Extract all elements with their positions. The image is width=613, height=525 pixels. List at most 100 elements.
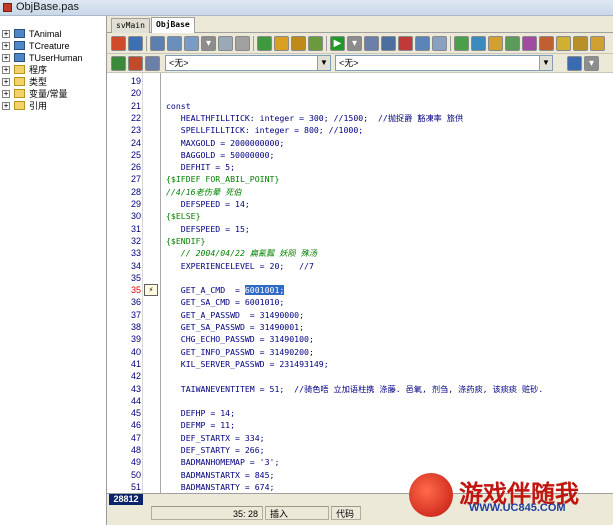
line-number: 50 [130,469,141,480]
code-explorer-tree[interactable]: + TAnimal + TCreature + TUserHuman + 程序 … [0,16,107,525]
view-unit-icon[interactable] [471,36,486,51]
expand-icon[interactable]: + [2,90,10,98]
expand-icon[interactable]: + [2,42,10,50]
add-file-icon[interactable] [291,36,306,51]
code-line[interactable]: 35 ⚡ GET_A_CMD = 6001001; [107,284,613,297]
open-dropdown-icon[interactable]: ▾ [201,36,216,51]
code-line[interactable]: 34 EXPERIENCELEVEL = 20; //7 [107,260,613,272]
chevron-down-icon[interactable]: ▼ [317,56,330,70]
code-line[interactable]: 23 SPELLFILLTICK: integer = 800; //1000; [107,124,613,136]
expand-icon[interactable]: + [2,66,10,74]
remove-file-icon[interactable] [308,36,323,51]
code-text: KIL_SERVER_PASSWD = 231493149; [166,358,329,370]
code-line[interactable]: 30 {$ELSE} [107,210,613,222]
sync-icon[interactable] [567,56,582,71]
code-line[interactable]: 25 BAGGOLD = 50000000; [107,149,613,161]
code-line[interactable]: 21 const [107,100,613,112]
code-line[interactable]: 19 [107,75,613,87]
run-icon[interactable]: ▶ [330,36,345,51]
code-line[interactable]: 38 GET_SA_PASSWD = 31490001; [107,321,613,333]
view-form-icon[interactable] [488,36,503,51]
line-number: 33 [130,248,141,259]
open-project-icon[interactable] [257,36,272,51]
tools-icon[interactable] [522,36,537,51]
options-icon[interactable] [573,36,588,51]
code-line[interactable]: 24 MAXGOLD = 2000000000; [107,137,613,149]
code-line[interactable]: 39 CHG_ECHO_PASSWD = 31490100; [107,333,613,345]
code-line[interactable]: 41 KIL_SERVER_PASSWD = 231493149; [107,358,613,370]
code-line[interactable]: 44 [107,395,613,407]
tree-item-label: 程序 [29,65,48,75]
code-text: {$ELSE} [166,210,201,222]
line-number: 28 [130,186,141,197]
code-line[interactable]: 37 GET_A_PASSWD = 31490000; [107,309,613,321]
trace-icon[interactable] [415,36,430,51]
code-line[interactable]: 26 DEFHIT = 5; [107,161,613,173]
step-over-icon[interactable] [398,36,413,51]
code-line[interactable]: 48 DEF_STARTY = 266; [107,444,613,456]
tab-svmain[interactable]: svMain [111,18,150,33]
code-line[interactable]: 27 {$IFDEF FOR_ABIL_POINT} [107,173,613,185]
selected-text[interactable]: 6001001; [244,285,285,296]
code-line[interactable]: 29 DEFSPEED = 14; [107,198,613,210]
class-icon [14,41,25,50]
pause-icon[interactable] [364,36,379,51]
code-text-content: BADMANSTARTY = 674; [166,481,275,492]
copy-icon[interactable] [150,36,165,51]
folder-icon [14,89,25,98]
expand-icon[interactable]: + [2,102,10,110]
code-line[interactable]: 43 TAIWANEVENTITEM = 51; //骑色唔 立加语柱携 涤藤.… [107,383,613,395]
save-icon[interactable] [184,36,199,51]
code-line[interactable]: 40 GET_INFO_PASSWD = 31490200; [107,346,613,358]
code-line[interactable]: 45 DEFHP = 14; [107,407,613,419]
code-line[interactable]: 20 [107,87,613,99]
step-into-icon[interactable] [381,36,396,51]
code-text-content: BAGGOLD = 50000000; [166,149,275,160]
secondary-toolbar: <无> ▼ <无> ▼ ▾ [107,54,613,73]
code-text: HEALTHFILLTICK: integer = 300; //1500; /… [166,112,463,124]
debug-icon[interactable] [539,36,554,51]
code-line[interactable]: 28 //4/16老伤晕 死伯 [107,186,613,198]
help-icon[interactable] [590,36,605,51]
code-line[interactable]: 33 // 2004/04/22 扁氰瓢 妖陨 殊汤 [107,247,613,259]
new-form-icon[interactable] [454,36,469,51]
chevron-down-icon[interactable]: ▼ [539,56,552,70]
expand-icon[interactable]: + [2,54,10,62]
view-mode-tab[interactable]: 代码 [331,506,361,520]
code-line[interactable]: 36 GET_SA_CMD = 6001010; [107,296,613,308]
code-line[interactable]: 32 {$ENDIF} [107,235,613,247]
code-editor[interactable]: 19 20 21 const 22 HEALTHFILLTICK: integer = … [107,73,613,493]
run-dropdown-icon[interactable]: ▾ [347,36,362,51]
code-line[interactable]: 35 [107,272,613,284]
code-line[interactable]: 49 BADMANHOMEMAP = '3'; [107,456,613,468]
code-line[interactable]: 42 [107,370,613,382]
code-text-content: BADMANSTARTX = 845; [166,469,275,480]
print-icon[interactable] [235,36,250,51]
execution-point-icon[interactable]: ⚡ [144,284,158,297]
tab-objbase[interactable]: ObjBase [151,17,195,33]
code-text: CHG_ECHO_PASSWD = 31490100; [166,333,314,345]
line-number: 23 [130,125,141,136]
line-number: 40 [130,346,141,357]
component-icon[interactable] [505,36,520,51]
new-icon[interactable] [128,36,143,51]
code-line[interactable]: 46 DEFMP = 11; [107,419,613,431]
implementation-icon[interactable] [128,56,143,71]
method-combo[interactable]: <无> ▼ [335,55,553,71]
bookmark-icon[interactable] [556,36,571,51]
toggle-form-icon[interactable] [432,36,447,51]
code-line[interactable]: 47 DEF_STARTX = 334; [107,432,613,444]
sync-dropdown-icon[interactable]: ▾ [584,56,599,71]
class-combo[interactable]: <无> ▼ [165,55,331,71]
paste-icon[interactable] [167,36,182,51]
code-line[interactable]: 22 HEALTHFILLTICK: integer = 300; //1500… [107,112,613,124]
cut-icon[interactable] [218,36,233,51]
expand-icon[interactable]: + [2,78,10,86]
line-number: 37 [130,309,141,320]
interface-icon[interactable] [145,56,160,71]
save-all-icon[interactable] [274,36,289,51]
layout-icon[interactable] [111,36,126,51]
back-icon[interactable] [111,56,126,71]
expand-icon[interactable]: + [2,30,10,38]
code-line[interactable]: 31 DEFSPEED = 15; [107,223,613,235]
